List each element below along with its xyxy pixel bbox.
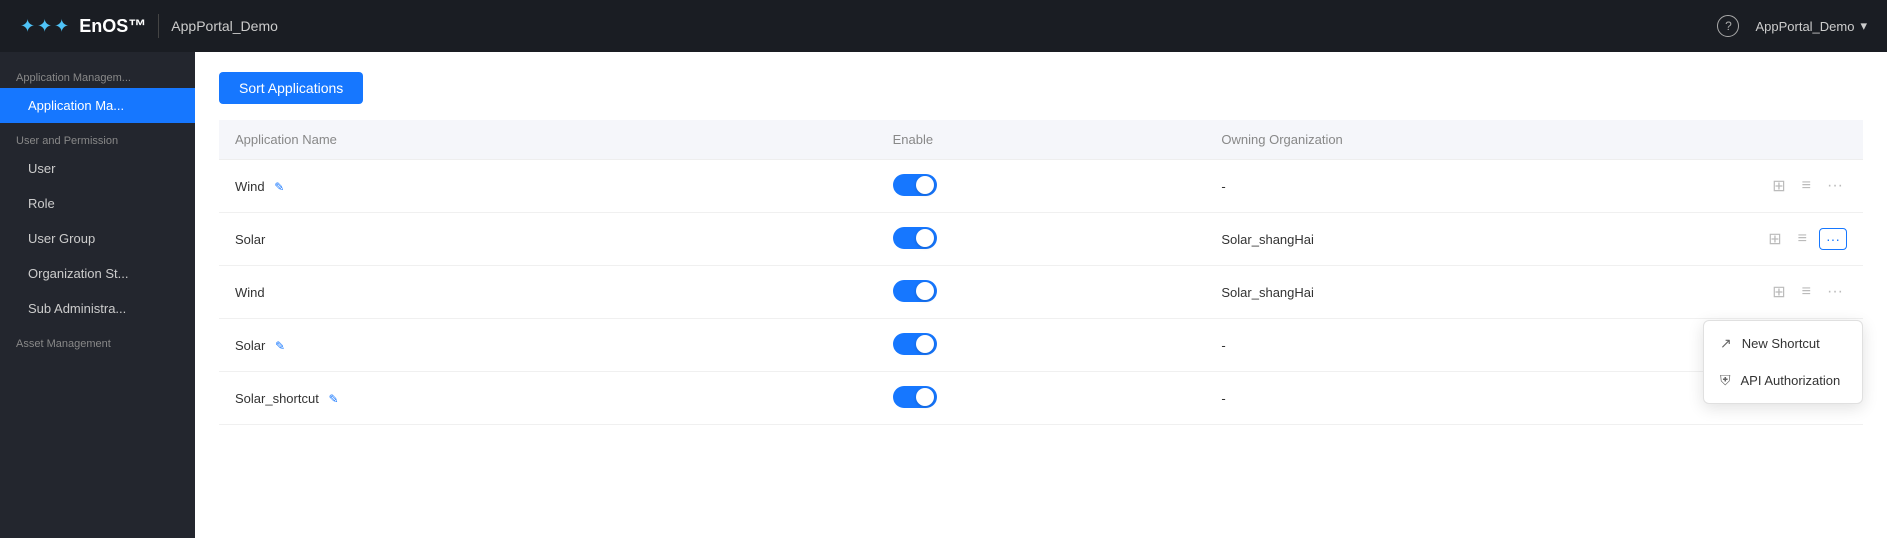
enable-toggle[interactable] [893, 386, 937, 408]
chevron-down-icon: ▾ [1860, 18, 1867, 34]
sidebar-item-app-management[interactable]: Application Ma... [0, 88, 195, 123]
table-row: Solar_shortcut ✎ - ⊞ ≡ ··· [219, 372, 1863, 425]
app-name-text: Wind [235, 179, 265, 194]
app-name-cell: Solar_shortcut ✎ [219, 372, 877, 425]
sidebar-item-role[interactable]: Role [0, 186, 195, 221]
app-name-text: Wind [235, 285, 265, 300]
enable-cell [877, 319, 1206, 372]
shield-icon: ⛨ [1720, 372, 1731, 389]
sidebar-item-label: Organization St... [28, 266, 128, 281]
actions-cell: ⊞ ≡ ··· [1699, 266, 1863, 319]
app-name-text: Solar_shortcut [235, 391, 319, 406]
enable-toggle[interactable] [893, 174, 937, 196]
logo-divider [158, 14, 159, 38]
app-name-cell: Wind ✎ [219, 160, 877, 213]
enable-toggle[interactable] [893, 227, 937, 249]
sidebar-item-label: Sub Administra... [28, 301, 126, 316]
more-options-icon[interactable]: ··· [1823, 173, 1847, 199]
table-row: Wind Solar_shangHai ⊞ ≡ ··· [219, 266, 1863, 319]
table-body: Wind ✎ - ⊞ ≡ ··· [219, 160, 1863, 425]
enable-cell [877, 266, 1206, 319]
sidebar-item-user[interactable]: User [0, 151, 195, 186]
topnav-left: ✦✦✦ EnOS™ AppPortal_Demo [20, 14, 278, 38]
list-view-icon[interactable]: ≡ [1794, 226, 1811, 252]
shortcut-icon: ↗ [1720, 335, 1732, 352]
logo-dots: ✦✦✦ [20, 16, 71, 37]
enable-cell [877, 372, 1206, 425]
layout: Application Managem... Application Ma...… [0, 52, 1887, 538]
user-menu[interactable]: AppPortal_Demo ▾ [1755, 18, 1867, 34]
app-name-text: Solar [235, 232, 265, 247]
edit-icon[interactable]: ✎ [328, 392, 338, 406]
row-actions: ⊞ ≡ ··· [1715, 225, 1847, 253]
topnav: ✦✦✦ EnOS™ AppPortal_Demo ? AppPortal_Dem… [0, 0, 1887, 52]
enable-toggle[interactable] [893, 280, 937, 302]
enable-cell [877, 213, 1206, 266]
new-shortcut-menu-item[interactable]: ↗ New Shortcut [1704, 325, 1862, 362]
sidebar-item-label: User [28, 161, 55, 176]
more-options-icon[interactable]: ··· [1819, 228, 1847, 250]
topnav-right: ? AppPortal_Demo ▾ [1717, 15, 1867, 37]
actions-cell: ⊞ ≡ ··· [1699, 160, 1863, 213]
col-header-enable: Enable [877, 120, 1206, 160]
sidebar: Application Managem... Application Ma...… [0, 52, 195, 538]
logo-text: EnOS™ [79, 16, 146, 37]
org-cell: - [1205, 160, 1698, 213]
app-name-cell: Solar [219, 213, 877, 266]
main-content: Sort Applications Application Name Enabl… [195, 52, 1887, 538]
toolbar: Sort Applications [219, 72, 1863, 104]
user-label: AppPortal_Demo [1755, 19, 1854, 34]
table-row: Solar Solar_shangHai ⊞ ≡ ··· [219, 213, 1863, 266]
sidebar-item-label: Role [28, 196, 55, 211]
app-name-cell: Solar ✎ [219, 319, 877, 372]
list-view-icon[interactable]: ≡ [1798, 173, 1815, 199]
grid-view-icon[interactable]: ⊞ [1768, 278, 1789, 306]
row-actions: ⊞ ≡ ··· [1715, 278, 1847, 306]
edit-icon[interactable]: ✎ [275, 339, 285, 353]
api-auth-label: API Authorization [1741, 373, 1841, 388]
enable-cell [877, 160, 1206, 213]
api-authorization-menu-item[interactable]: ⛨ API Authorization [1704, 362, 1862, 399]
sidebar-item-label: User Group [28, 231, 95, 246]
sidebar-item-sub-admin[interactable]: Sub Administra... [0, 291, 195, 326]
new-shortcut-label: New Shortcut [1742, 336, 1820, 351]
enable-toggle[interactable] [893, 333, 937, 355]
list-view-icon[interactable]: ≡ [1798, 279, 1815, 305]
applications-table: Application Name Enable Owning Organizat… [219, 120, 1863, 425]
org-cell: - [1205, 319, 1698, 372]
app-name-text: Solar [235, 338, 265, 353]
edit-icon[interactable]: ✎ [274, 180, 284, 194]
row-actions: ⊞ ≡ ··· [1715, 172, 1847, 200]
sidebar-section-asset: Asset Management [0, 326, 195, 354]
more-options-icon[interactable]: ··· [1823, 279, 1847, 305]
more-options-dropdown: ↗ New Shortcut ⛨ API Authorization [1703, 320, 1863, 404]
table-header: Application Name Enable Owning Organizat… [219, 120, 1863, 160]
logo: ✦✦✦ EnOS™ [20, 16, 146, 37]
col-header-actions [1699, 120, 1863, 160]
col-header-name: Application Name [219, 120, 877, 160]
sidebar-item-user-group[interactable]: User Group [0, 221, 195, 256]
org-cell: - [1205, 372, 1698, 425]
sort-applications-button[interactable]: Sort Applications [219, 72, 363, 104]
topnav-appname: AppPortal_Demo [171, 18, 278, 34]
table-row: Wind ✎ - ⊞ ≡ ··· [219, 160, 1863, 213]
sidebar-item-org-structure[interactable]: Organization St... [0, 256, 195, 291]
actions-cell: ⊞ ≡ ··· [1699, 213, 1863, 266]
help-icon[interactable]: ? [1717, 15, 1739, 37]
grid-view-icon[interactable]: ⊞ [1764, 225, 1785, 253]
table-row: Solar ✎ - ⊞ ≡ ··· [219, 319, 1863, 372]
sidebar-item-label: Application Ma... [28, 98, 124, 113]
org-cell: Solar_shangHai [1205, 266, 1698, 319]
app-name-cell: Wind [219, 266, 877, 319]
sidebar-section-user-permission: User and Permission [0, 123, 195, 151]
org-cell: Solar_shangHai [1205, 213, 1698, 266]
sidebar-section-app-mgmt: Application Managem... [0, 60, 195, 88]
col-header-org: Owning Organization [1205, 120, 1698, 160]
grid-view-icon[interactable]: ⊞ [1768, 172, 1789, 200]
